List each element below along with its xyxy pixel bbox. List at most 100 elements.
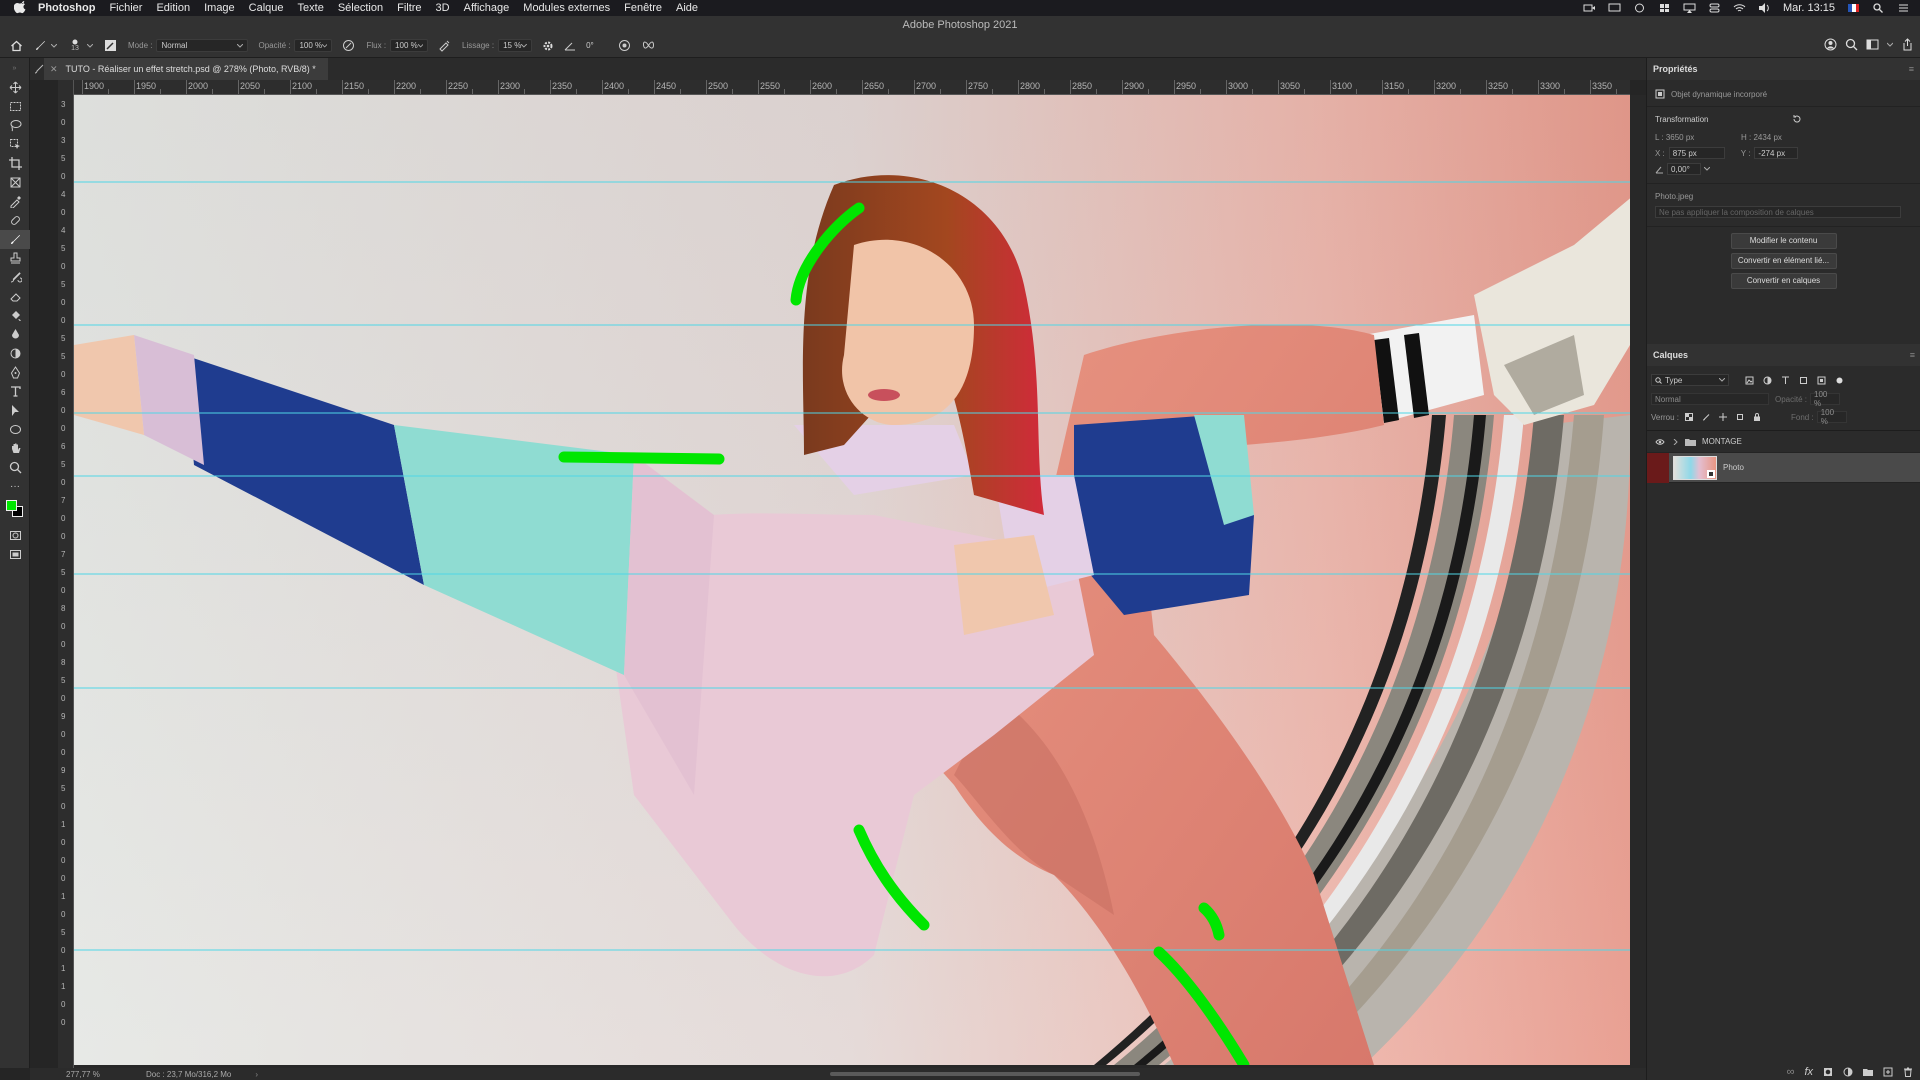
fill-field[interactable]: 100 % [1816,408,1847,426]
filter-shape-icon[interactable] [1799,376,1808,385]
chevron-down-icon[interactable] [86,38,94,54]
pressure-opacity-icon[interactable] [340,38,356,54]
blend-mode-select[interactable]: Normal [156,39,249,52]
chevron-right-icon[interactable] [1673,438,1679,445]
toolbar-collapse-icon[interactable]: » [0,58,29,78]
menubar-clock[interactable]: Mar. 13:15 [1783,2,1835,14]
horizontal-scrollbar[interactable] [830,1072,1140,1076]
apple-icon[interactable] [14,1,28,15]
marquee-tool-icon[interactable] [0,97,30,116]
pressure-size-icon[interactable] [616,38,632,54]
screen-record-icon[interactable] [1583,3,1596,13]
symmetry-butterfly-icon[interactable] [640,38,656,54]
close-tab-icon[interactable]: ✕ [50,64,58,75]
foreground-color-swatch[interactable] [6,500,17,511]
french-flag-icon[interactable] [1847,3,1860,13]
horizontal-ruler[interactable]: 1900 1950 2000 2050 2100 2150 2200 2250 2300 2350… [74,80,1630,95]
filter-toggle-icon[interactable] [1835,376,1844,385]
menu-filtre[interactable]: Filtre [397,2,421,14]
eye-icon[interactable] [1655,438,1665,446]
menu-fichier[interactable]: Fichier [109,2,142,14]
height-value[interactable]: H : 2434 px [1741,133,1782,142]
gear-icon[interactable] [540,38,556,54]
y-field[interactable]: -274 px [1754,147,1799,159]
menu-selection[interactable]: Sélection [338,2,383,14]
lock-transparency-icon[interactable] [1685,413,1694,421]
filter-pixel-icon[interactable] [1745,376,1754,385]
doc-size[interactable]: Doc : 23,7 Mo/316,2 Mo [146,1070,231,1079]
group-name[interactable]: MONTAGE [1702,437,1742,446]
menu-modules-externes[interactable]: Modules externes [523,2,610,14]
link-layers-icon[interactable]: ∞ [1787,1066,1795,1078]
menu-3d[interactable]: 3D [436,2,450,14]
menu-image[interactable]: Image [204,2,235,14]
layer-filter-select[interactable]: Type [1651,374,1729,386]
blur-tool-icon[interactable] [0,325,30,344]
smoothing-field[interactable]: 15 % [498,39,533,52]
new-layer-icon[interactable] [1883,1067,1893,1077]
trash-icon[interactable] [1903,1067,1913,1077]
menu-affichage[interactable]: Affichage [464,2,510,14]
x-field[interactable]: 875 px [1668,147,1725,159]
lock-position-icon[interactable] [1719,413,1728,421]
angle-field[interactable]: 0,00° [1667,163,1701,175]
edit-contents-button[interactable]: Modifier le contenu [1730,233,1837,249]
fx-icon[interactable]: fx [1804,1066,1813,1078]
object-selection-tool-icon[interactable] [0,135,30,154]
document-tab[interactable]: ✕ TUTO - Réaliser un effet stretch.psd @… [44,58,328,80]
eyedropper-tool-icon[interactable] [0,192,30,211]
layer-comp-select[interactable]: Ne pas appliquer la composition de calqu… [1655,206,1901,218]
share-icon[interactable] [1901,38,1914,53]
user-icon[interactable] [1824,38,1837,53]
new-group-icon[interactable] [1863,1067,1873,1077]
filter-adjustment-icon[interactable] [1763,376,1772,385]
chevron-down-icon[interactable] [50,38,58,54]
menu-fenetre[interactable]: Fenêtre [624,2,662,14]
home-icon[interactable] [8,38,24,54]
pen-tool-icon[interactable] [0,363,30,382]
type-tool-icon[interactable] [0,382,30,401]
brush-options-small-icon[interactable] [34,64,44,74]
frame-tool-icon[interactable] [0,173,30,192]
convert-to-linked-button[interactable]: Convertir en élément lié... [1730,253,1837,269]
brush-preset-picker[interactable]: 13 [66,35,84,57]
chevron-down-icon[interactable] [1886,38,1894,53]
filter-type-icon[interactable] [1781,376,1790,385]
screen-mode-icon[interactable] [0,545,30,564]
width-value[interactable]: L : 3650 px [1655,133,1741,142]
airplay-icon[interactable] [1683,3,1696,13]
lock-pixels-icon[interactable] [1702,413,1710,421]
color-swatches[interactable] [0,496,30,526]
layer-group-montage[interactable]: MONTAGE [1647,431,1920,453]
add-mask-icon[interactable] [1823,1067,1833,1077]
clone-stamp-tool-icon[interactable] [0,249,30,268]
lock-all-icon[interactable] [1753,413,1761,421]
layer-blend-select[interactable]: Normal [1651,393,1769,405]
menu-calque[interactable]: Calque [249,2,284,14]
volume-icon[interactable] [1758,3,1771,13]
flow-field[interactable]: 100 % [390,39,429,52]
eraser-tool-icon[interactable] [0,287,30,306]
layer-opacity-field[interactable]: 100 % [1810,390,1841,408]
brush-settings-panel-icon[interactable] [102,38,118,54]
status-expand-icon[interactable]: › [255,1070,258,1079]
display-icon[interactable] [1608,3,1621,13]
menu-texte[interactable]: Texte [298,2,324,14]
new-adjustment-icon[interactable] [1843,1067,1853,1077]
ellipse-tool-icon[interactable] [0,420,30,439]
menu-app-photoshop[interactable]: Photoshop [38,2,95,14]
workspace-icon[interactable] [1866,38,1879,53]
layer-photo[interactable]: Photo [1647,452,1920,483]
control-center-icon[interactable] [1708,3,1721,13]
path-selection-tool-icon[interactable] [0,401,30,420]
lock-artboard-icon[interactable] [1736,413,1744,421]
move-tool-icon[interactable] [0,78,30,97]
gradient-tool-icon[interactable] [0,306,30,325]
filter-smart-object-icon[interactable] [1817,376,1826,385]
convert-to-layers-button[interactable]: Convertir en calques [1730,273,1837,289]
history-brush-tool-icon[interactable] [0,268,30,287]
document-canvas[interactable] [74,95,1630,1065]
notification-center-icon[interactable] [1897,3,1910,13]
quick-mask-icon[interactable] [0,526,30,545]
wifi-icon[interactable] [1733,3,1746,13]
